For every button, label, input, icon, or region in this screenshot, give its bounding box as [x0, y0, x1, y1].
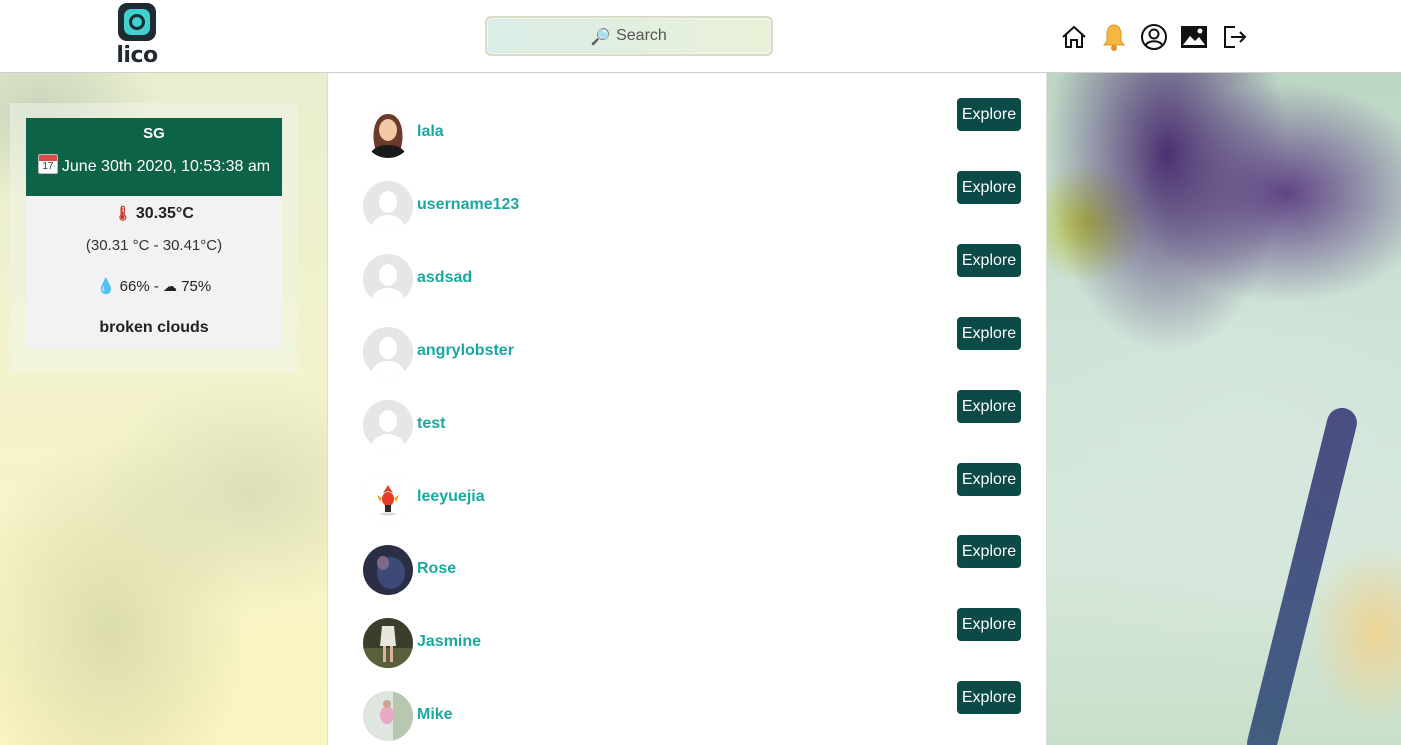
droplet-icon: 💧 [96, 278, 116, 295]
weather-separator: - [153, 278, 159, 295]
user-list: lala Explore username123 Explore asdsad … [327, 73, 1047, 745]
photo-avatar-icon [363, 691, 413, 741]
weather-city: SG [143, 125, 165, 142]
background-photo [1047, 73, 1401, 745]
home-icon[interactable] [1060, 21, 1088, 53]
cloud-icon: ☁ [163, 278, 178, 294]
weather-humidity-row: 💧 66% - ☁ 75% [26, 276, 282, 297]
username-link[interactable]: lala [417, 123, 444, 141]
user-row: lala Explore [363, 98, 1023, 160]
weather-humidity: 66% [119, 278, 150, 295]
weather-temperature: 30.35°C [135, 205, 194, 222]
default-avatar-icon [363, 327, 413, 377]
weather-widget: SG 17 June 30th 2020, 10:53:38 am 🌡 30.35°… [26, 118, 282, 349]
user-row: test Explore [363, 390, 1023, 452]
default-avatar-icon [363, 254, 413, 304]
weather-description: broken clouds [99, 319, 209, 336]
explore-button[interactable]: Explore [957, 98, 1021, 131]
user-row: asdsad Explore [363, 244, 1023, 306]
username-link[interactable]: test [417, 415, 445, 433]
thermometer-icon: 🌡 [114, 205, 132, 221]
weather-datetime-row: 17 June 30th 2020, 10:53:38 am [26, 154, 282, 177]
user-row: username123 Explore [363, 171, 1023, 233]
logout-icon[interactable] [1220, 21, 1248, 53]
photo-avatar-icon [363, 618, 413, 668]
nav-icon-bar [1060, 20, 1248, 54]
profile-icon[interactable] [1140, 21, 1168, 53]
username-link[interactable]: username123 [417, 196, 519, 214]
user-row: angrylobster Explore [363, 317, 1023, 379]
explore-button[interactable]: Explore [957, 681, 1021, 714]
female-avatar-icon [363, 108, 413, 158]
user-row: Jasmine Explore [363, 608, 1023, 670]
weather-temperature-range: (30.31 °C - 30.41°C) [85, 237, 223, 254]
username-link[interactable]: Jasmine [417, 633, 481, 651]
default-avatar-icon [363, 181, 413, 231]
top-navigation: lico 🔍 Search [0, 0, 1401, 73]
explore-button[interactable]: Explore [957, 244, 1021, 277]
weather-datetime: June 30th 2020, 10:53:38 am [61, 158, 271, 175]
explore-button[interactable]: Explore [957, 317, 1021, 350]
username-link[interactable]: Rose [417, 560, 456, 578]
explore-button[interactable]: Explore [957, 171, 1021, 204]
user-row: Rose Explore [363, 535, 1023, 597]
search-icon: 🔍 [591, 26, 612, 46]
bell-icon[interactable] [1100, 21, 1128, 53]
weather-temperature-row: 🌡 30.35°C [26, 203, 282, 224]
bird-avatar-icon [363, 473, 413, 523]
search-placeholder: Search [616, 27, 667, 44]
explore-button[interactable]: Explore [957, 463, 1021, 496]
photo-avatar-icon [363, 545, 413, 595]
gallery-icon[interactable] [1180, 21, 1208, 53]
explore-button[interactable]: Explore [957, 535, 1021, 568]
weather-header: SG 17 June 30th 2020, 10:53:38 am [26, 118, 282, 196]
weather-body: 🌡 30.35°C (30.31 °C - 30.41°C) 💧 66% - ☁ … [26, 203, 282, 338]
left-panel: SG 17 June 30th 2020, 10:53:38 am 🌡 30.35°… [0, 73, 327, 745]
username-link[interactable]: asdsad [417, 269, 472, 287]
photo-branch [1243, 404, 1361, 745]
user-row: leeyuejia Explore [363, 463, 1023, 525]
username-link[interactable]: angrylobster [417, 342, 514, 360]
default-avatar-icon [363, 400, 413, 450]
explore-button[interactable]: Explore [957, 390, 1021, 423]
explore-button[interactable]: Explore [957, 608, 1021, 641]
search-input[interactable]: 🔍 Search [485, 16, 773, 56]
logo-text: lico [116, 43, 158, 68]
user-row: Mike Explore [363, 681, 1023, 743]
weather-cloudiness: 75% [181, 278, 212, 295]
app-logo[interactable]: lico [115, 3, 159, 69]
camera-logo-icon [118, 3, 156, 41]
username-link[interactable]: Mike [417, 706, 453, 724]
calendar-icon: 17 [37, 154, 58, 174]
username-link[interactable]: leeyuejia [417, 488, 485, 506]
